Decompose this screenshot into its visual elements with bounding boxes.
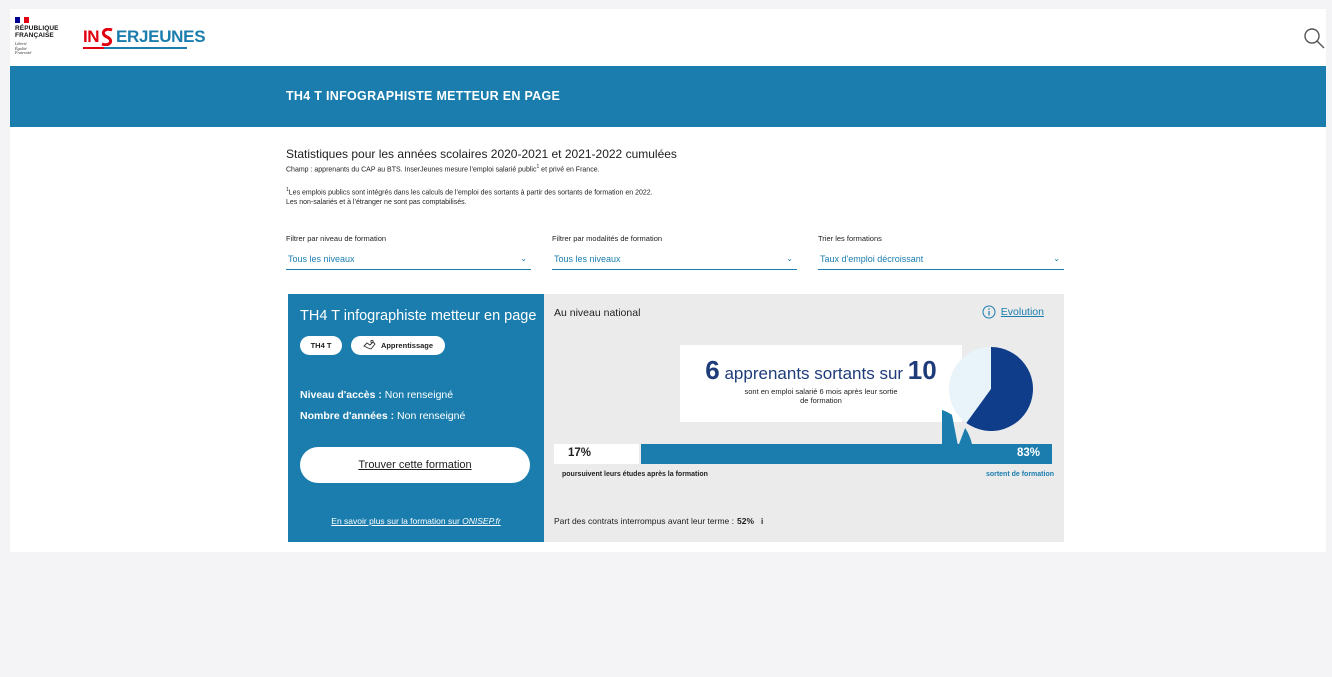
employed-count: 6 <box>705 355 720 385</box>
onisep-link-text: En savoir plus sur la formation sur <box>331 516 463 526</box>
employment-headline: 6 apprenants sortants sur 10 <box>680 355 962 386</box>
employed-text: apprenants sortants sur <box>719 364 908 383</box>
filter-level-value: Tous les niveaux <box>288 253 355 264</box>
filter-level: Filtrer par niveau de formation Tous les… <box>286 234 531 270</box>
republic-line-2: FRANÇAISE <box>15 32 54 39</box>
republic-line-1: RÉPUBLIQUE <box>15 25 59 32</box>
employment-stat-box: 6 apprenants sortants sur 10 sont en emp… <box>680 345 962 422</box>
search-button[interactable] <box>1302 26 1326 50</box>
logo-s-icon <box>101 28 113 46</box>
sort-select[interactable]: Taux d'emploi décroissant ⌄ <box>818 248 1064 270</box>
formation-title: TH4 T infographiste metteur en page <box>300 308 537 324</box>
years-value: Non renseigné <box>394 410 466 422</box>
search-icon <box>1304 28 1325 49</box>
title-banner: TH4 T INFOGRAPHISTE METTEUR EN PAGE <box>10 66 1326 127</box>
outcome-bar: 17% 83% <box>554 444 1052 464</box>
apprenticeship-badge: Apprentissage <box>351 336 445 355</box>
footnote-2: Les non-salariés et à l’étranger ne sont… <box>286 199 467 206</box>
national-title: Au niveau national <box>554 307 641 319</box>
chevron-down-icon: ⌄ <box>520 254 527 263</box>
continue-percent: 17% <box>568 447 592 459</box>
logo-underline <box>83 47 187 49</box>
continue-caption: poursuivent leurs études après la format… <box>562 471 708 478</box>
scope-text-b: et privé en France. <box>539 166 600 174</box>
filter-modality-value: Tous les niveaux <box>554 253 621 264</box>
onisep-link[interactable]: En savoir plus sur la formation sur ONIS… <box>288 516 544 526</box>
chevron-down-icon: ⌄ <box>1053 254 1060 263</box>
sort-formations: Trier les formations Taux d'emploi décro… <box>818 234 1064 270</box>
page-title: TH4 T INFOGRAPHISTE METTEUR EN PAGE <box>286 89 561 103</box>
formation-card: TH4 T infographiste metteur en page TH4 … <box>288 294 544 542</box>
info-circle-icon <box>982 305 996 319</box>
handshake-icon <box>363 339 376 350</box>
employment-subtitle: sont en emploi salarié 6 mois après leur… <box>744 387 898 405</box>
page: RÉPUBLIQUE FRANÇAISE Liberté Égalité Fra… <box>10 9 1326 552</box>
find-formation-label: Trouver cette formation <box>358 459 472 471</box>
scope-text-a: Champ : apprenants du CAP au BTS. InserJ… <box>286 166 537 174</box>
logo-rest: ERJEUNES <box>116 27 206 46</box>
republic-motto: Liberté Égalité Fraternité <box>15 41 65 56</box>
republic-name: RÉPUBLIQUE FRANÇAISE <box>15 25 65 39</box>
footnote-1: 1Les emplois publics sont intégrés dans … <box>286 187 653 196</box>
logo-in: IN <box>83 27 100 46</box>
footnote-1-text: Les emplois publics sont intégrés dans l… <box>288 189 653 197</box>
total-count: 10 <box>907 355 937 385</box>
filter-modality-label: Filtrer par modalités de formation <box>552 234 663 243</box>
info-icon[interactable]: i <box>761 517 763 526</box>
stats-scope: Champ : apprenants du CAP au BTS. InserJ… <box>286 164 600 173</box>
exit-percent: 83% <box>1016 447 1040 459</box>
interrupted-contracts: Part des contrats interrompus avant leur… <box>554 516 763 526</box>
motto-fraternite: Fraternité <box>15 50 32 56</box>
national-stats-card: Au niveau national Evolution 6 apprenant… <box>544 294 1064 542</box>
chevron-down-icon: ⌄ <box>786 254 793 263</box>
filter-modality-select[interactable]: Tous les niveaux ⌄ <box>552 248 797 270</box>
employment-pie-chart <box>942 347 1033 448</box>
badge-code-label: TH4 T <box>310 341 332 350</box>
inserjeunes-logo[interactable]: IN ERJEUNES <box>83 26 206 48</box>
badge-mode-label: Apprentissage <box>380 341 434 350</box>
access-level: Niveau d'accès : Non renseigné <box>300 389 453 401</box>
onisep-site: ONISEP.fr <box>462 516 501 526</box>
filter-level-label: Filtrer par niveau de formation <box>286 234 387 243</box>
exit-caption: sortent de formation <box>985 471 1054 478</box>
header: RÉPUBLIQUE FRANÇAISE Liberté Égalité Fra… <box>10 9 1326 66</box>
access-level-value: Non renseigné <box>381 389 454 401</box>
years-count: Nombre d'années : Non renseigné <box>300 410 465 422</box>
access-level-label: Niveau d'accès : <box>300 389 382 401</box>
evolution-link[interactable]: Evolution <box>982 305 1044 319</box>
bar-exit-segment <box>641 444 1052 464</box>
filter-modality: Filtrer par modalités de formation Tous … <box>552 234 797 270</box>
sort-label: Trier les formations <box>818 234 882 243</box>
bar-continue-segment <box>554 444 639 464</box>
formation-code-badge: TH4 T <box>300 336 342 355</box>
contracts-value: 52% <box>737 516 755 526</box>
filter-level-select[interactable]: Tous les niveaux ⌄ <box>286 248 531 270</box>
evolution-label: Evolution <box>1000 306 1044 318</box>
find-formation-button[interactable]: Trouver cette formation <box>300 447 530 483</box>
sort-value: Taux d'emploi décroissant <box>820 253 924 264</box>
stats-title: Statistiques pour les années scolaires 2… <box>286 147 677 161</box>
republique-francaise-logo[interactable]: RÉPUBLIQUE FRANÇAISE Liberté Égalité Fra… <box>15 17 65 56</box>
flag-icon <box>15 17 30 23</box>
contracts-label: Part des contrats interrompus avant leur… <box>554 516 734 526</box>
years-label: Nombre d'années : <box>300 410 395 422</box>
